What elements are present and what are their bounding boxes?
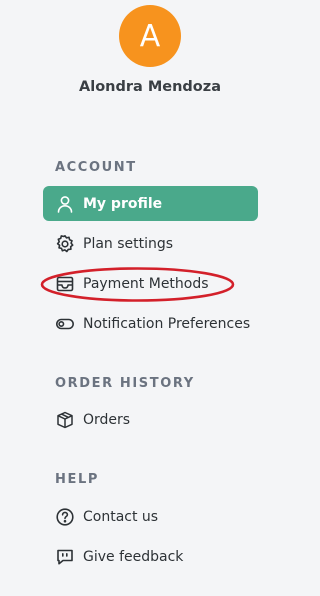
question-circle-icon: [55, 507, 75, 527]
sidebar-item-plan-settings[interactable]: Plan settings: [43, 226, 258, 261]
section-title-help: HELP: [55, 472, 99, 487]
section-title-order-history: ORDER HISTORY: [55, 376, 195, 391]
sidebar-item-label: Notification Preferences: [83, 315, 251, 332]
sidebar-item-payment-methods[interactable]: Payment Methods: [43, 266, 258, 301]
avatar[interactable]: A: [119, 5, 181, 67]
sidebar-item-orders[interactable]: Orders: [43, 402, 258, 437]
sidebar-item-label: Payment Methods: [83, 275, 209, 292]
sidebar-item-label: Orders: [83, 411, 131, 428]
box-icon: [55, 410, 75, 430]
sidebar-item-notification-preferences[interactable]: Notification Preferences: [43, 306, 258, 341]
person-icon: [55, 194, 75, 214]
sidebar-item-my-profile[interactable]: My profile: [43, 186, 258, 221]
sidebar-item-label: Contact us: [83, 508, 159, 525]
sidebar-item-contact-us[interactable]: Contact us: [43, 499, 258, 534]
sidebar-item-give-feedback[interactable]: Give feedback: [43, 539, 258, 574]
toggle-icon: [55, 314, 75, 334]
wallet-icon: [55, 274, 75, 294]
sidebar-item-label: Give feedback: [83, 548, 184, 565]
user-name: Alondra Mendoza: [79, 79, 221, 95]
section-title-account: ACCOUNT: [55, 160, 137, 175]
avatar-initial: A: [139, 18, 161, 54]
sidebar-item-label: My profile: [83, 195, 163, 212]
sidebar-item-label: Plan settings: [83, 235, 174, 252]
gear-icon: [55, 234, 75, 254]
feedback-bubble-icon: [55, 547, 75, 567]
